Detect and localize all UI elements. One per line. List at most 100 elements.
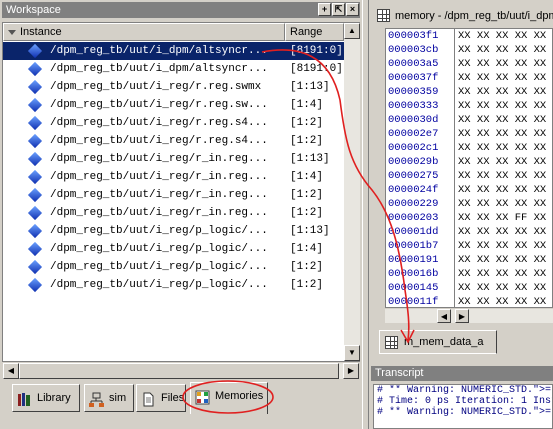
memory-instance-icon <box>27 79 43 95</box>
tab-m-mem-data-a[interactable]: m_mem_data_a <box>379 330 497 354</box>
horizontal-scroll-thumb[interactable] <box>19 363 339 379</box>
instance-row[interactable]: /dpm_reg_tb/uut/i_dpm/altsyncr... [8191:0… <box>3 60 344 78</box>
instance-path: /dpm_reg_tb/uut/i_reg/r.reg.s4... <box>50 135 268 147</box>
instance-row[interactable]: /dpm_reg_tb/uut/i_reg/r.reg.swmx [1:13] <box>3 78 344 96</box>
horizontal-scrollbar[interactable]: ◀ ▶ <box>3 363 359 379</box>
instance-row[interactable]: /dpm_reg_tb/uut/i_reg/p_logic/... [1:4] <box>3 240 344 258</box>
memory-data-row[interactable]: XX XX XX XX XX <box>455 43 552 57</box>
memory-address: 000002c1 <box>388 142 439 154</box>
close-pane-button[interactable]: × <box>346 3 359 16</box>
memory-instance-icon <box>27 259 43 275</box>
instance-row[interactable]: /dpm_reg_tb/uut/i_reg/r.reg.sw... [1:4] <box>3 96 344 114</box>
instance-path: /dpm_reg_tb/uut/i_reg/r_in.reg... <box>50 171 268 183</box>
memory-data-row[interactable]: XX XX XX XX XX <box>455 267 552 281</box>
library-books-icon <box>17 391 32 406</box>
workspace-pane: Workspace + ⇱ × Instance Range /dpm_reg_… <box>0 0 362 429</box>
instance-range: [1:2] <box>290 117 324 129</box>
memory-data-row[interactable]: XX XX XX XX XX <box>455 127 552 141</box>
memory-grid-icon <box>377 9 390 22</box>
transcript-body[interactable]: # ** Warning: NUMERIC_STD.">=": # Time: 0… <box>373 384 553 429</box>
undock-button[interactable]: ⇱ <box>332 3 345 16</box>
workspace-tabs: Library sim Files Memories <box>2 382 360 416</box>
memory-address: 000003cb <box>388 44 439 56</box>
memory-grid-icon <box>385 336 398 349</box>
scroll-right-arrow[interactable]: ▶ <box>343 363 359 379</box>
memory-title-bar: memory - /dpm_reg_tb/uut/i_dpm <box>373 6 553 26</box>
memory-address: 00000145 <box>388 282 439 294</box>
range-column-header[interactable]: Range <box>285 23 344 41</box>
memory-instance-icon <box>27 61 43 77</box>
tab-sim[interactable]: sim <box>84 384 134 412</box>
memory-address: 0000030d <box>388 114 439 126</box>
memory-data-row[interactable]: XX XX XX XX XX <box>455 141 552 155</box>
memory-data-row[interactable]: XX XX XX XX XX <box>455 71 552 85</box>
memory-instance-icon <box>27 205 43 221</box>
instance-row[interactable]: /dpm_reg_tb/uut/i_reg/p_logic/... [1:2] <box>3 258 344 276</box>
scroll-left-arrow[interactable]: ◀ <box>3 363 19 379</box>
memory-instance-icon <box>27 169 43 185</box>
instance-path: /dpm_reg_tb/uut/i_dpm/altsyncr... <box>50 45 268 57</box>
instance-path: /dpm_reg_tb/uut/i_reg/p_logic/... <box>50 243 268 255</box>
address-column: 000003f1 000003cb 000003a5 0000037f 00000359… <box>386 29 454 307</box>
instance-range: [1:4] <box>290 171 324 183</box>
memory-data-row[interactable]: XX XX XX XX XX <box>455 99 552 113</box>
memory-horizontal-scrollbar[interactable]: ◀ ▶ <box>385 309 553 323</box>
instance-row[interactable]: /dpm_reg_tb/uut/i_reg/p_logic/... [1:13] <box>3 222 344 240</box>
instance-row[interactable]: /dpm_reg_tb/uut/i_reg/p_logic/... [1:2] <box>3 276 344 294</box>
memory-address: 00000229 <box>388 198 439 210</box>
instance-range: [1:2] <box>290 279 324 291</box>
workspace-title-bar: Workspace + ⇱ × <box>2 2 360 18</box>
memory-grid-icon <box>195 389 210 405</box>
tab-library[interactable]: Library <box>12 384 80 412</box>
memory-data-row[interactable]: XX XX XX XX XX <box>455 239 552 253</box>
memory-data-row[interactable]: XX XX XX XX XX <box>455 169 552 183</box>
instance-row[interactable]: /dpm_reg_tb/uut/i_reg/r.reg.s4... [1:2] <box>3 114 344 132</box>
memory-address: 00000333 <box>388 100 439 112</box>
memory-instance-icon <box>27 97 43 113</box>
memory-data-row[interactable]: XX XX XX XX XX <box>455 183 552 197</box>
memory-data-row[interactable]: XX XX XX XX XX <box>455 85 552 99</box>
instance-range: [1:2] <box>290 261 324 273</box>
instance-range: [8191:0] <box>290 45 343 57</box>
instance-range: [1:4] <box>290 99 324 111</box>
memory-data-row[interactable]: XX XX XX XX XX <box>455 155 552 169</box>
instance-range: [1:4] <box>290 243 324 255</box>
memory-data-row[interactable]: XX XX XX XX XX <box>455 295 552 307</box>
memory-data-row[interactable]: XX XX XX XX XX <box>455 29 552 43</box>
instance-row[interactable]: /dpm_reg_tb/uut/i_reg/r_in.reg... [1:13] <box>3 150 344 168</box>
memory-data-row[interactable]: XX XX XX XX XX <box>455 197 552 211</box>
scroll-down-arrow[interactable]: ▼ <box>344 345 360 361</box>
pane-splitter[interactable] <box>362 0 369 429</box>
tab-files[interactable]: Files <box>136 384 186 412</box>
memory-address: 000003f1 <box>388 30 439 42</box>
memory-address: 0000024f <box>388 184 439 196</box>
instance-row[interactable]: /dpm_reg_tb/uut/i_reg/r.reg.s4... [1:2] <box>3 132 344 150</box>
tab-memories[interactable]: Memories <box>190 382 268 414</box>
memory-data-row[interactable]: XX XX XX XX XX <box>455 225 552 239</box>
instance-column-header[interactable]: Instance <box>3 23 285 41</box>
memory-scroll-right-arrow[interactable]: ▶ <box>455 309 469 323</box>
instance-rows: /dpm_reg_tb/uut/i_dpm/altsyncr... [8191:0… <box>3 42 344 294</box>
instance-range: [1:13] <box>290 225 330 237</box>
memory-address: 00000203 <box>388 212 439 224</box>
memory-address: 00000359 <box>388 86 439 98</box>
memory-data-row[interactable]: XX XX XX XX XX <box>455 281 552 295</box>
memory-address: 0000016b <box>388 268 439 280</box>
scroll-up-arrow[interactable]: ▲ <box>344 23 360 39</box>
transcript-pane: Transcript # ** Warning: NUMERIC_STD.">=… <box>369 364 553 429</box>
memory-data-row[interactable]: XX XX XX XX XX <box>455 57 552 71</box>
add-pane-button[interactable]: + <box>318 3 331 16</box>
instance-row[interactable]: /dpm_reg_tb/uut/i_dpm/altsyncr... [8191:0… <box>3 42 344 60</box>
memory-address: 00000275 <box>388 170 439 182</box>
instance-path: /dpm_reg_tb/uut/i_reg/r_in.reg... <box>50 207 268 219</box>
memory-scroll-left-arrow[interactable]: ◀ <box>437 309 451 323</box>
memory-data-row[interactable]: XX XX XX XX XX <box>455 113 552 127</box>
instance-row[interactable]: /dpm_reg_tb/uut/i_reg/r_in.reg... [1:2] <box>3 204 344 222</box>
memory-data-row[interactable]: XX XX XX XX XX <box>455 253 552 267</box>
memory-data-row[interactable]: XX XX XX FF XX <box>455 211 552 225</box>
memory-contents-view[interactable]: 000003f1 000003cb 000003a5 0000037f 00000359… <box>385 28 553 308</box>
instance-path: /dpm_reg_tb/uut/i_reg/r_in.reg... <box>50 153 268 165</box>
instance-row[interactable]: /dpm_reg_tb/uut/i_reg/r_in.reg... [1:2] <box>3 186 344 204</box>
instance-row[interactable]: /dpm_reg_tb/uut/i_reg/r_in.reg... [1:4] <box>3 168 344 186</box>
vertical-scrollbar[interactable]: ▲ ▼ <box>344 23 360 361</box>
